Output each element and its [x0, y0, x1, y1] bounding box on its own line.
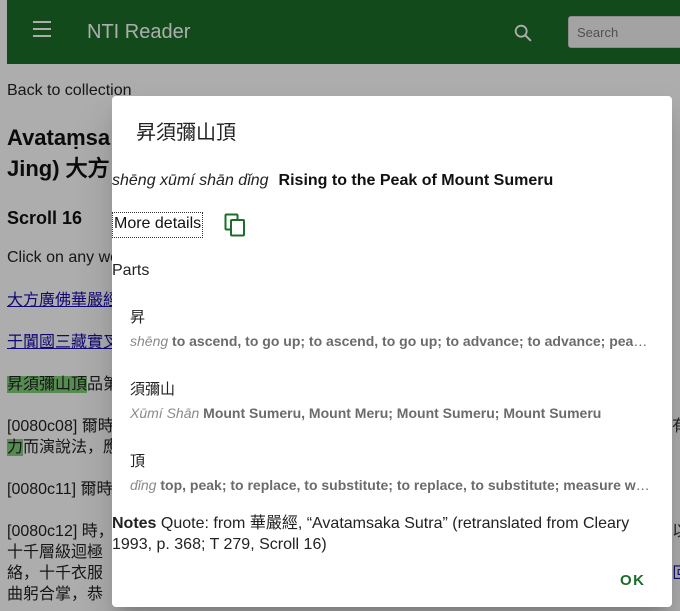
- term-details-dialog: 昇須彌山頂 shēng xūmí shān dǐng Rising to the …: [112, 96, 672, 607]
- part-detail: shēng to ascend, to go up; to ascend, to…: [130, 333, 655, 349]
- part-detail: Xūmí Shān Mount Sumeru, Mount Meru; Moun…: [130, 405, 655, 421]
- term-english: Rising to the Peak of Mount Sumeru: [278, 172, 554, 189]
- part-chinese: 須彌山: [130, 381, 176, 398]
- part-english: to ascend, to go up; to ascend, to go up…: [172, 333, 655, 349]
- part-pinyin: shēng: [130, 333, 169, 349]
- ok-button[interactable]: OK: [620, 572, 646, 589]
- notes-text: Quote: from 華嚴經, “Avatamsaka Sutra” (ret…: [112, 515, 630, 553]
- term-summary: shēng xūmí shān dǐng Rising to the Peak o…: [112, 172, 553, 190]
- dialog-title: 昇須彌山頂: [136, 122, 236, 144]
- part-pinyin: Xūmí Shān: [130, 405, 200, 421]
- parts-heading: Parts: [112, 262, 150, 279]
- part-english: Mount Sumeru, Mount Meru; Mount Sumeru; …: [203, 405, 602, 421]
- term-pinyin: shēng xūmí shān dǐng: [112, 172, 269, 189]
- copy-icon[interactable]: [224, 213, 246, 237]
- more-details-link[interactable]: More details: [112, 212, 204, 238]
- part-chinese: 頂: [130, 453, 146, 470]
- notes-label: Notes: [112, 515, 157, 532]
- part-item[interactable]: 須彌山 Xūmí Shān Mount Sumeru, Mount Meru; …: [130, 378, 655, 421]
- part-detail: dǐng top, peak; to replace, to substitut…: [130, 477, 655, 493]
- part-item[interactable]: 頂 dǐng top, peak; to replace, to substit…: [130, 450, 655, 493]
- part-pinyin: dǐng: [130, 477, 157, 493]
- part-chinese: 昇: [130, 309, 146, 326]
- notes-section: Notes Quote: from 華嚴經, “Avatamsaka Sutra…: [112, 513, 672, 555]
- part-item[interactable]: 昇 shēng to ascend, to go up; to ascend, …: [130, 306, 655, 349]
- part-english: top, peak; to replace, to substitute; to…: [160, 477, 655, 493]
